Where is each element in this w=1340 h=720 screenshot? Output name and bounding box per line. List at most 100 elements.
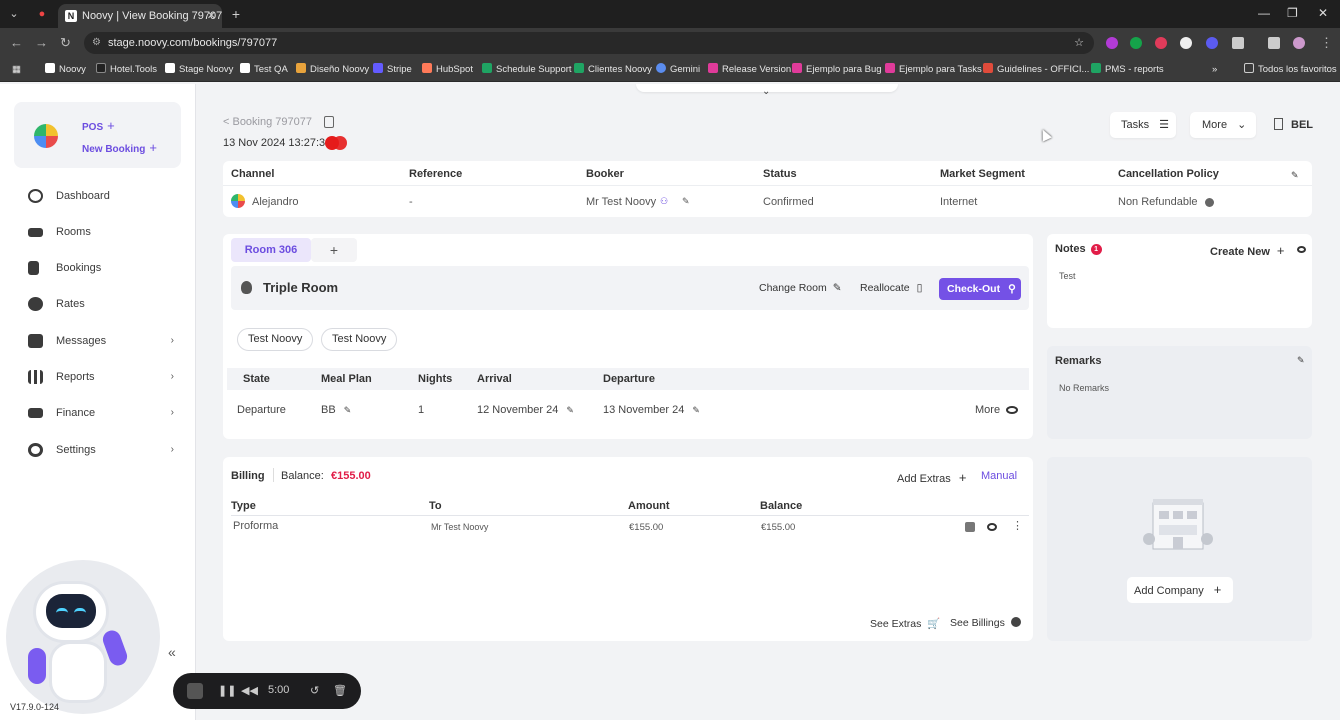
add-extras-button[interactable]: Add Extras + (897, 470, 966, 485)
more-button[interactable]: More ⌄ (1190, 112, 1256, 138)
channel-logo-icon (231, 194, 245, 208)
tasks-button[interactable]: Tasks ☰ (1110, 112, 1176, 138)
check-out-button[interactable]: Check-Out ⚲ (939, 278, 1021, 300)
extension-icon[interactable] (1206, 37, 1218, 49)
sidebar-item-label: Dashboard (56, 190, 110, 202)
eye-icon[interactable] (987, 523, 997, 531)
all-bookmarks-folder[interactable]: Todos los favoritos (1244, 63, 1337, 77)
booker-value[interactable]: Mr Test Noovy (586, 196, 656, 208)
maximize-icon[interactable]: ❐ (1287, 6, 1298, 20)
profile-icon[interactable] (1293, 37, 1305, 49)
guest-chip[interactable]: Test Noovy (321, 328, 398, 351)
sidebar-item-messages[interactable]: Messages › (28, 330, 178, 352)
extension-icon[interactable] (1155, 37, 1167, 49)
chevron-down-icon[interactable]: ⌄ (762, 86, 770, 97)
see-extras-button[interactable]: See Extras 🛒 (870, 617, 940, 630)
amount-header: Amount (628, 500, 670, 512)
sidebar-item-dashboard[interactable]: Dashboard (28, 185, 178, 207)
assistant-robot-avatar[interactable] (6, 560, 160, 714)
printer-icon[interactable] (965, 522, 975, 532)
more-bookmarks-icon[interactable]: » (1212, 63, 1217, 77)
sidebar-item-rates[interactable]: Rates (28, 293, 178, 315)
kebab-menu-icon[interactable]: ⋮ (1012, 519, 1023, 532)
stay-more-button[interactable]: More (975, 404, 1019, 416)
minimize-icon[interactable]: — (1258, 6, 1270, 20)
bookmark[interactable]: Ejemplo para Bug (792, 63, 882, 77)
record-icon[interactable]: ● (34, 6, 50, 22)
new-booking-button[interactable]: New Booking + (82, 140, 157, 155)
site-info-icon[interactable]: ⚙ (92, 32, 101, 54)
bookmark[interactable]: Stripe (373, 63, 412, 77)
add-room-tab-button[interactable]: + (311, 238, 357, 262)
back-to-booking-link[interactable]: < Booking 797077 (223, 116, 312, 128)
sidebar-item-bookings[interactable]: Bookings (28, 257, 178, 279)
meal-plan-cell[interactable]: BB ✎ (321, 404, 351, 416)
bookmark[interactable]: PMS - reports (1091, 63, 1164, 77)
window-close-icon[interactable]: ✕ (1318, 6, 1328, 20)
extensions-puzzle-icon[interactable] (1232, 37, 1244, 49)
sidebar-item-rooms[interactable]: Rooms (28, 221, 178, 243)
bookmark[interactable]: Guidelines - OFFICI... (983, 63, 1089, 77)
grammarly-icon[interactable] (1130, 37, 1142, 49)
bookmark[interactable]: Schedule Support (482, 63, 572, 77)
plus-icon: + (958, 470, 967, 485)
manual-button[interactable]: Manual (981, 470, 1017, 482)
pos-button[interactable]: POS + (82, 118, 115, 133)
bookmark[interactable]: Noovy (45, 63, 86, 77)
reload-icon[interactable]: ↻ (60, 35, 71, 51)
apps-grid-icon[interactable]: ▦ (12, 63, 21, 77)
remarks-title: Remarks (1055, 355, 1102, 367)
copy-icon[interactable] (324, 116, 334, 128)
bookmark-star-icon[interactable]: ☆ (1074, 32, 1084, 54)
add-company-label: Add Company (1134, 585, 1204, 597)
url-field[interactable]: ⚙ stage.noovy.com/bookings/797077 ☆ (84, 32, 1094, 54)
edit-pencil-icon[interactable]: ✎ (1297, 355, 1305, 366)
edit-pencil-icon[interactable]: ✎ (1291, 170, 1299, 181)
building-illustration-icon (1143, 499, 1213, 550)
add-company-button[interactable]: Add Company + (1127, 577, 1233, 603)
balance-label: Balance: (281, 470, 324, 482)
new-tab-icon[interactable]: + (228, 6, 244, 22)
collapse-sidebar-icon[interactable]: « (168, 644, 176, 660)
eye-icon[interactable] (1297, 246, 1306, 253)
tab-room-306[interactable]: Room 306 (231, 238, 311, 262)
arrival-cell[interactable]: 12 November 24 ✎ (477, 404, 574, 416)
bookmark[interactable]: Test QA (240, 63, 288, 77)
bookmark[interactable]: Stage Noovy (165, 63, 233, 77)
departure-cell[interactable]: 13 November 24 ✎ (603, 404, 700, 416)
user-link-icon[interactable]: ⚇ (660, 196, 668, 207)
back-icon[interactable]: ← (10, 35, 23, 50)
create-note-button[interactable]: Create New + (1210, 243, 1285, 258)
info-icon[interactable] (1205, 198, 1214, 207)
sidebar-item-settings[interactable]: Settings › (28, 439, 178, 461)
bookmark[interactable]: Diseño Noovy (296, 63, 369, 77)
edit-pencil-icon[interactable]: ✎ (682, 196, 690, 207)
bookmark[interactable]: Hotel.Tools (96, 63, 157, 77)
bookmark[interactable]: Ejemplo para Tasks (885, 63, 982, 77)
status-value: Confirmed (763, 196, 814, 208)
bookmark[interactable]: Gemini (656, 63, 700, 77)
bookmark[interactable]: Clientes Noovy (574, 63, 652, 77)
download-icon[interactable] (1268, 37, 1280, 49)
property-selector[interactable]: BEL (1274, 118, 1313, 131)
browser-tab-bar: ⌄ ● N Noovy | View Booking 797077 ✕ + — … (0, 0, 1340, 28)
browser-menu-icon[interactable]: ⋮ (1320, 35, 1333, 51)
tab-list-icon[interactable]: ⌄ (6, 6, 22, 22)
forward-icon[interactable]: → (35, 35, 48, 50)
robot-body (52, 644, 104, 700)
address-bar-row: ← → ↻ ⚙ stage.noovy.com/bookings/797077 … (0, 28, 1340, 58)
extension-icon[interactable] (1180, 37, 1192, 49)
change-room-button[interactable]: Change Room ✎ (759, 282, 842, 294)
see-billings-button[interactable]: See Billings (950, 617, 1021, 629)
guest-chip[interactable]: Test Noovy (237, 328, 314, 351)
sidebar-item-finance[interactable]: Finance › (28, 402, 178, 424)
bar-chart-icon (28, 370, 43, 384)
close-icon[interactable]: ✕ (207, 4, 216, 28)
browser-tab[interactable]: N Noovy | View Booking 797077 ✕ (58, 4, 222, 28)
extension-icon[interactable] (1106, 37, 1118, 49)
bookmark[interactable]: Release Version (708, 63, 791, 77)
sidebar-item-reports[interactable]: Reports › (28, 366, 178, 388)
reallocate-button[interactable]: Reallocate ▯ (860, 282, 922, 294)
cart-icon: 🛒 (927, 618, 941, 630)
bookmark[interactable]: HubSpot (422, 63, 473, 77)
